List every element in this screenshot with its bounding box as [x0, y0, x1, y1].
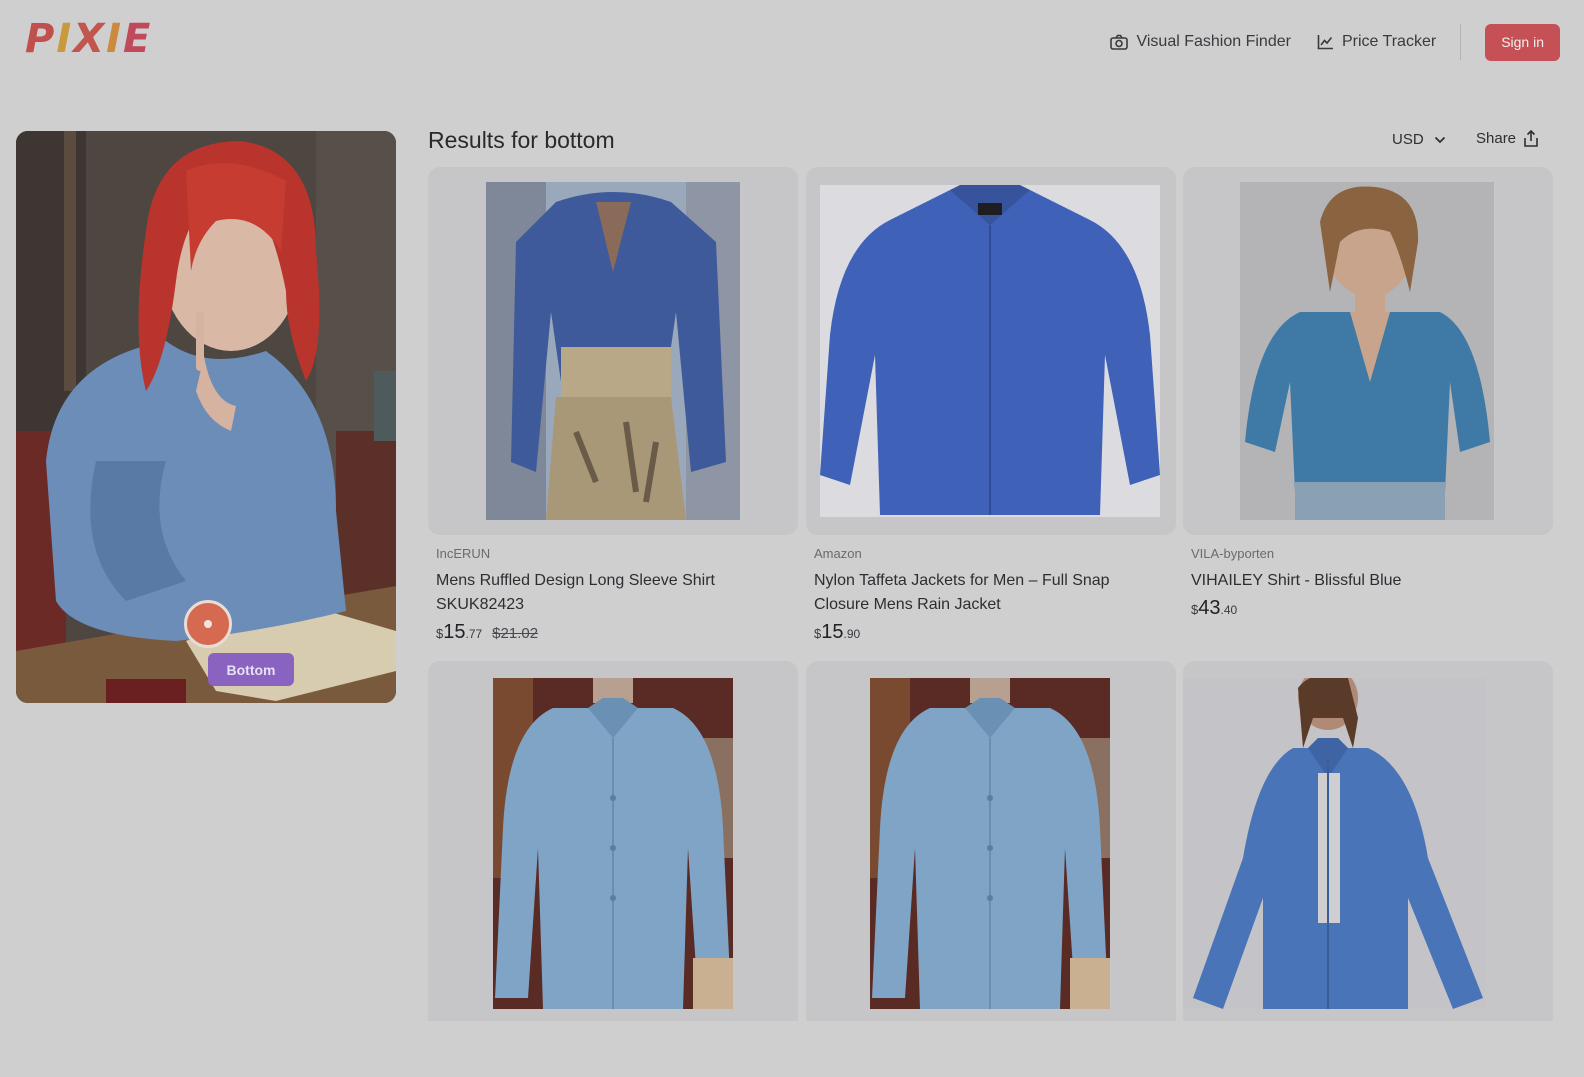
- product-source: VILA-byporten: [1191, 546, 1275, 561]
- logo-letter: X: [73, 16, 107, 62]
- product-photo: [1183, 678, 1485, 1009]
- sign-in-button[interactable]: Sign in: [1485, 23, 1560, 61]
- product-photo: [1240, 182, 1494, 520]
- product-image[interactable]: [428, 167, 798, 535]
- product-card[interactable]: [1183, 661, 1553, 1021]
- product-card[interactable]: IncERUN Mens Ruffled Design Long Sleeve …: [428, 167, 798, 644]
- product-card[interactable]: [806, 661, 1176, 1021]
- product-price: $15.77 $21.02: [436, 621, 798, 644]
- product-photo: [870, 678, 1110, 1009]
- price-cents: .90: [843, 627, 861, 641]
- visual-fashion-finder-label: Visual Fashion Finder: [1136, 33, 1291, 50]
- price-tracker-label: Price Tracker: [1341, 33, 1437, 50]
- product-price: $15.90: [814, 621, 1176, 644]
- price-whole: 15: [821, 621, 844, 643]
- product-price: $43.40: [1191, 597, 1553, 620]
- nav-divider: [1460, 24, 1462, 60]
- product-source: IncERUN: [436, 546, 491, 561]
- product-source: Amazon: [814, 546, 862, 561]
- product-card[interactable]: Amazon Nylon Taffeta Jackets for Men – F…: [806, 167, 1176, 644]
- share-icon: [1524, 130, 1538, 147]
- product-title[interactable]: VIHAILEY Shirt - Blissful Blue: [1191, 569, 1545, 593]
- chevron-down-icon: [1434, 136, 1445, 143]
- visual-fashion-finder-link[interactable]: Visual Fashion Finder: [1110, 33, 1291, 51]
- logo-letter: I: [56, 16, 74, 62]
- main-nav: Visual Fashion Finder Price Tracker Sign…: [1110, 23, 1560, 61]
- hotspot-label[interactable]: Bottom: [208, 653, 294, 686]
- chart-line-icon: [1317, 35, 1333, 50]
- product-title[interactable]: Mens Ruffled Design Long Sleeve Shirt SK…: [436, 569, 790, 617]
- currency-symbol: $: [1191, 602, 1199, 617]
- product-image[interactable]: [1183, 661, 1553, 1021]
- product-card[interactable]: VILA-byporten VIHAILEY Shirt - Blissful …: [1183, 167, 1553, 620]
- logo-letter: E: [122, 16, 153, 62]
- currency-symbol: $: [436, 626, 444, 641]
- product-card[interactable]: [428, 661, 798, 1021]
- product-image[interactable]: [1183, 167, 1553, 535]
- price-whole: 15: [443, 621, 466, 643]
- product-photo: [486, 182, 740, 520]
- query-image[interactable]: Bottom: [16, 131, 396, 703]
- pixie-logo[interactable]: PIXIE: [25, 16, 152, 62]
- product-image[interactable]: [806, 661, 1176, 1021]
- bottom-hotspot-marker[interactable]: [184, 600, 232, 648]
- currency-select[interactable]: USD: [1392, 131, 1446, 148]
- price-whole: 43: [1198, 597, 1221, 619]
- logo-letter: P: [25, 16, 57, 62]
- currency-symbol: $: [814, 626, 822, 641]
- top-bar: PIXIE Visual Fashion Finder Price Tracke…: [0, 0, 1584, 84]
- original-price: $21.02: [492, 625, 539, 642]
- hotspot-dot: [204, 620, 212, 628]
- share-label: Share: [1476, 130, 1517, 147]
- price-tracker-link[interactable]: Price Tracker: [1317, 33, 1436, 51]
- price-cents: .77: [465, 627, 483, 641]
- camera-icon: [1110, 34, 1129, 50]
- product-photo: [493, 678, 733, 1009]
- currency-value: USD: [1392, 131, 1424, 148]
- price-cents: .40: [1220, 603, 1238, 617]
- logo-letter: I: [106, 16, 123, 62]
- results-title: Results for bottom: [428, 127, 615, 153]
- product-title[interactable]: Nylon Taffeta Jackets for Men – Full Sna…: [814, 569, 1168, 617]
- product-photo: [820, 185, 1160, 517]
- product-image[interactable]: [806, 167, 1176, 535]
- product-image[interactable]: [428, 661, 798, 1021]
- share-button[interactable]: Share: [1476, 130, 1538, 147]
